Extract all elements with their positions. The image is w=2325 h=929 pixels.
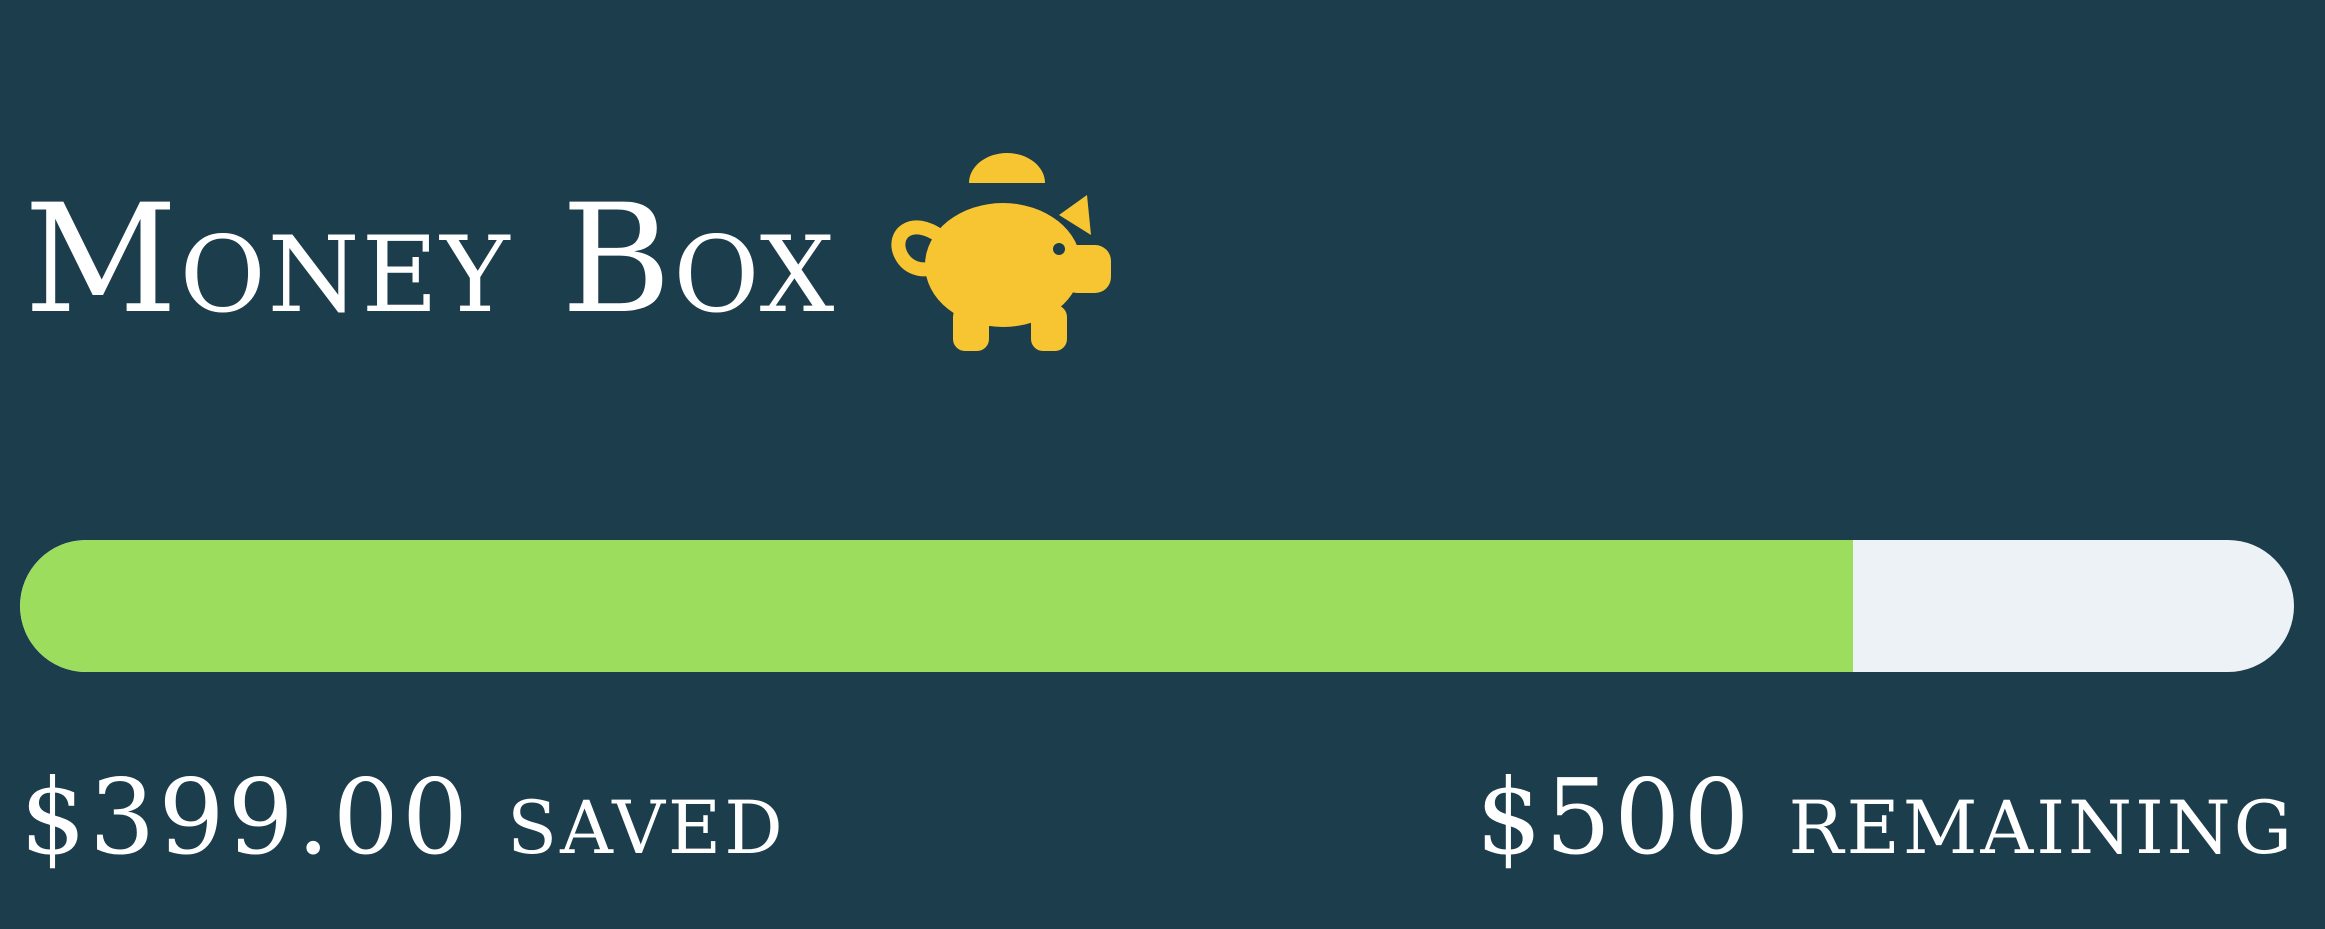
savings-progress-fill xyxy=(20,540,1853,672)
remaining-amount-label: $500 remaining xyxy=(1475,756,2295,878)
money-box-widget: Money Box $399.00 saved $500 remaining xyxy=(0,0,2325,929)
widget-title: Money Box xyxy=(24,173,837,347)
title-row: Money Box xyxy=(24,150,1121,370)
savings-progress-bar xyxy=(20,540,2294,672)
piggy-bank-icon xyxy=(891,153,1112,351)
saved-amount-label: $399.00 saved xyxy=(20,756,786,878)
